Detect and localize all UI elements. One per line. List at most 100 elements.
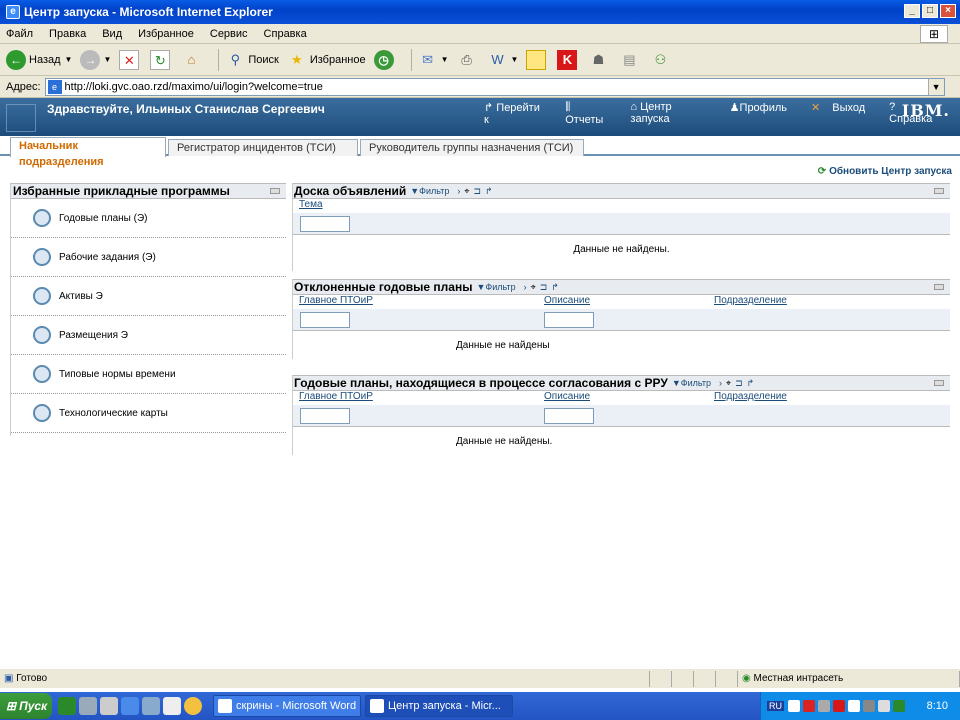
quicklaunch-icon[interactable] bbox=[100, 697, 118, 715]
task-ie[interactable]: Центр запуска - Micr... bbox=[365, 695, 513, 717]
find-binoculars-icon[interactable]: ⌖ bbox=[726, 378, 731, 389]
filter-input-description[interactable] bbox=[544, 312, 594, 328]
tray-icon[interactable] bbox=[863, 700, 875, 712]
filter-input-main-ptoir[interactable] bbox=[300, 408, 350, 424]
quicklaunch-icon[interactable] bbox=[163, 697, 181, 715]
chevron-down-icon[interactable]: ▼ bbox=[927, 78, 944, 95]
filter-input-main-ptoir[interactable] bbox=[300, 312, 350, 328]
chevron-down-icon[interactable]: ▼ bbox=[511, 55, 519, 64]
quicklaunch-tree-icon[interactable] bbox=[58, 697, 76, 715]
close-button[interactable]: × bbox=[940, 4, 956, 18]
chevron-down-icon[interactable]: ▼ bbox=[65, 55, 73, 64]
tray-icon[interactable] bbox=[893, 700, 905, 712]
filter-row bbox=[293, 309, 950, 331]
tray-icon[interactable] bbox=[788, 700, 800, 712]
open-app-icon[interactable]: ↱ bbox=[747, 378, 755, 389]
task-word[interactable]: скрины - Microsoft Word bbox=[213, 695, 361, 717]
home-button[interactable]: ⌂ bbox=[181, 50, 204, 70]
clear-filter-icon[interactable]: ⊐ bbox=[473, 186, 481, 197]
app-icon bbox=[33, 248, 51, 266]
find-binoculars-icon[interactable]: ⌖ bbox=[531, 282, 536, 293]
menu-help[interactable]: Справка bbox=[264, 28, 307, 40]
menu-tools[interactable]: Сервис bbox=[210, 28, 248, 40]
find-binoculars-icon[interactable]: ⌖ bbox=[464, 186, 469, 197]
tab-group-lead[interactable]: Руководитель группы назначения (ТСИ) bbox=[360, 139, 584, 156]
tools-button[interactable]: ▤ bbox=[619, 50, 642, 70]
column-header-description[interactable]: Описание bbox=[544, 295, 714, 309]
toolbar-separator bbox=[218, 48, 220, 71]
favorite-app-item[interactable]: Типовые нормы времени bbox=[11, 355, 286, 394]
nav-logout[interactable]: ✕ Выход bbox=[811, 101, 877, 126]
stop-button[interactable]: ✕ bbox=[119, 49, 142, 70]
kaspersky-button[interactable]: K bbox=[557, 49, 580, 70]
forward-button[interactable]: → ▼ bbox=[80, 49, 111, 70]
edit-button[interactable]: W ▼ bbox=[488, 50, 519, 70]
chevron-down-icon[interactable]: ▼ bbox=[103, 55, 111, 64]
quicklaunch-icon[interactable] bbox=[142, 697, 160, 715]
minimize-portlet-icon[interactable] bbox=[934, 188, 944, 194]
window-title: Центр запуска - Microsoft Internet Explo… bbox=[24, 5, 273, 19]
filter-button[interactable]: ▼Фильтр bbox=[410, 186, 453, 196]
clear-filter-icon[interactable]: ⊐ bbox=[735, 378, 743, 389]
messenger-button[interactable]: ⚇ bbox=[650, 50, 673, 70]
favorite-app-item[interactable]: Технологические карты bbox=[11, 394, 286, 433]
address-input[interactable]: e http://loki.gvc.oao.rzd/maximo/ui/logi… bbox=[44, 77, 945, 96]
tray-icon[interactable] bbox=[878, 700, 890, 712]
favorite-app-item[interactable]: Годовые планы (Э) bbox=[11, 199, 286, 238]
history-button[interactable]: ◷ bbox=[373, 49, 397, 70]
tray-icon[interactable] bbox=[848, 700, 860, 712]
column-header-main-ptoir[interactable]: Главное ПТОиР bbox=[299, 391, 544, 405]
language-indicator[interactable]: RU bbox=[767, 701, 784, 711]
filter-input-subject[interactable] bbox=[300, 216, 350, 232]
filter-button[interactable]: ▼Фильтр bbox=[672, 378, 715, 388]
open-app-icon[interactable]: ↱ bbox=[551, 282, 559, 293]
research-button[interactable]: ☗ bbox=[588, 50, 611, 70]
favorite-app-item[interactable]: Активы Э bbox=[11, 277, 286, 316]
menu-file[interactable]: Файл bbox=[6, 28, 33, 40]
clear-filter-icon[interactable]: ⊐ bbox=[540, 282, 548, 293]
column-header-main-ptoir[interactable]: Главное ПТОиР bbox=[299, 295, 544, 309]
tray-icon[interactable] bbox=[803, 700, 815, 712]
minimize-portlet-icon[interactable] bbox=[934, 284, 944, 290]
tab-department-head[interactable]: Начальник подразделения bbox=[10, 137, 166, 168]
print-button[interactable]: ⎙ bbox=[457, 50, 480, 70]
kaspersky-tray-icon[interactable] bbox=[833, 700, 845, 712]
nav-start-center[interactable]: ⌂ Центр запуска bbox=[630, 101, 717, 126]
favorite-app-item[interactable]: Рабочие задания (Э) bbox=[11, 238, 286, 277]
open-app-icon[interactable]: ↱ bbox=[485, 186, 493, 197]
menu-favorites[interactable]: Избранное bbox=[138, 28, 194, 40]
nav-goto[interactable]: ↱ Перейти к bbox=[484, 101, 553, 126]
tab-incident-registrar[interactable]: Регистратор инцидентов (ТСИ) bbox=[168, 139, 358, 156]
menu-edit[interactable]: Правка bbox=[49, 28, 86, 40]
maximize-button[interactable]: □ bbox=[922, 4, 938, 18]
quicklaunch-ie-icon[interactable] bbox=[121, 697, 139, 715]
start-button[interactable]: ⊞ Пуск bbox=[0, 693, 52, 719]
chevron-down-icon[interactable]: ▼ bbox=[441, 55, 449, 64]
minimize-portlet-icon[interactable] bbox=[270, 188, 280, 194]
favorites-button[interactable]: ★ Избранное bbox=[287, 50, 366, 70]
search-button[interactable]: ⚲ Поиск bbox=[225, 50, 279, 70]
column-header-subject[interactable]: Тема bbox=[299, 199, 323, 213]
chevron-right-icon[interactable]: › bbox=[457, 186, 460, 196]
tray-icon[interactable] bbox=[818, 700, 830, 712]
quicklaunch-media-icon[interactable] bbox=[184, 697, 202, 715]
nav-reports[interactable]: ⫼ Отчеты bbox=[565, 101, 618, 126]
refresh-button[interactable]: ↻ bbox=[150, 49, 173, 70]
menu-view[interactable]: Вид bbox=[102, 28, 122, 40]
menubar: Файл Правка Вид Избранное Сервис Справка… bbox=[0, 24, 960, 44]
minimize-portlet-icon[interactable] bbox=[934, 380, 944, 386]
refresh-start-center-link[interactable]: ⟳ Обновить Центр запуска bbox=[818, 166, 952, 177]
favorite-app-item[interactable]: Размещения Э bbox=[11, 316, 286, 355]
quicklaunch-icon[interactable] bbox=[79, 697, 97, 715]
mail-button[interactable]: ✉ ▼ bbox=[418, 50, 449, 70]
discuss-button[interactable] bbox=[526, 49, 549, 70]
back-button[interactable]: ← Назад ▼ bbox=[6, 49, 73, 70]
filter-button[interactable]: ▼Фильтр bbox=[476, 282, 519, 292]
column-header-description[interactable]: Описание bbox=[544, 391, 714, 405]
minimize-button[interactable]: _ bbox=[904, 4, 920, 18]
clock[interactable]: 8:10 bbox=[927, 700, 948, 712]
chevron-right-icon[interactable]: › bbox=[719, 378, 722, 388]
filter-input-description[interactable] bbox=[544, 408, 594, 424]
chevron-right-icon[interactable]: › bbox=[524, 282, 527, 292]
nav-profile[interactable]: ♟Профиль bbox=[730, 101, 799, 126]
